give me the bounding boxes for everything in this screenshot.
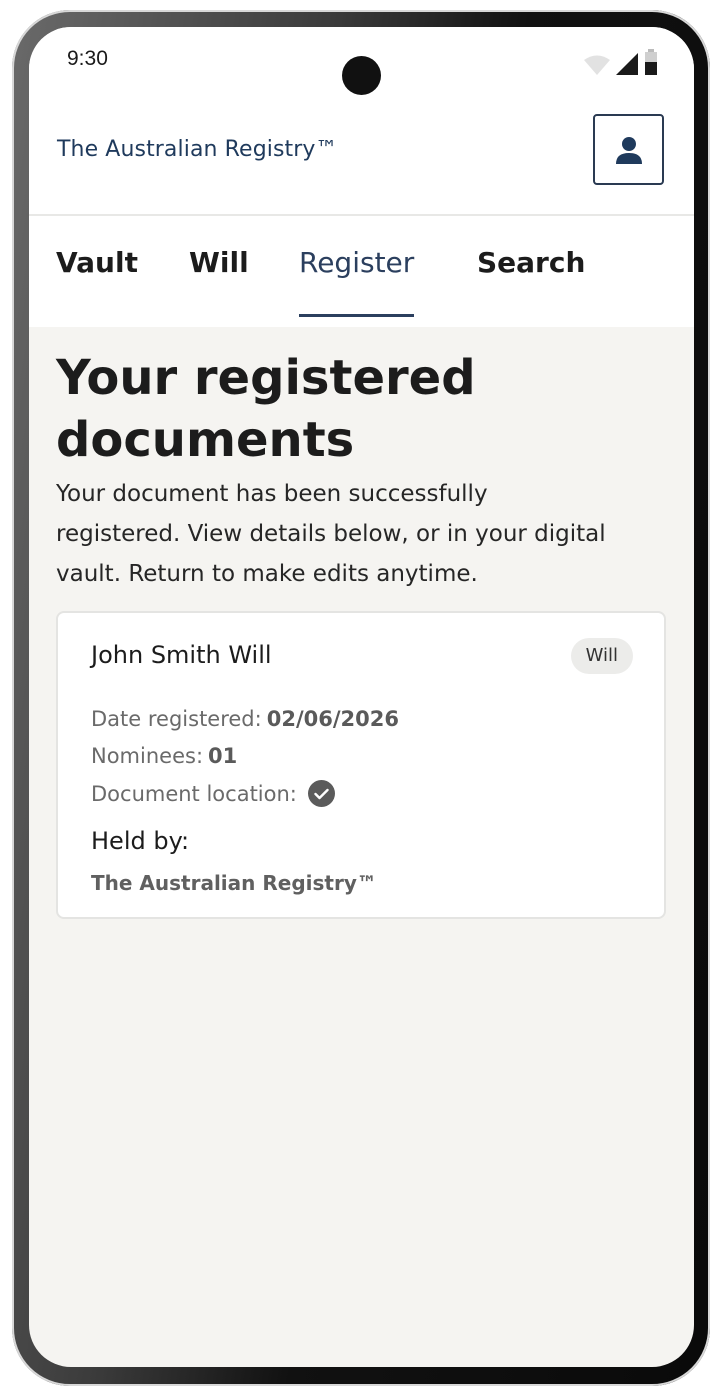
- status-time: 9:30: [67, 47, 108, 70]
- battery-icon: [645, 49, 657, 75]
- tab-vault[interactable]: Vault: [56, 246, 138, 279]
- page-title: Your registered documents: [56, 350, 476, 468]
- user-icon: [615, 136, 642, 164]
- front-camera: [342, 56, 381, 95]
- active-tab-indicator: [299, 314, 415, 317]
- tab-register[interactable]: Register: [299, 246, 415, 317]
- date-registered-row: Date registered: 02/06/2026: [91, 707, 399, 731]
- page-description: Your document has been successfully regi…: [56, 481, 606, 587]
- nominees-label: Nominees:: [91, 744, 204, 768]
- brand-name[interactable]: The Australian Registry™: [57, 137, 338, 162]
- document-card[interactable]: John Smith Will Will Date registered: 02…: [56, 611, 666, 919]
- tab-will[interactable]: Will: [189, 246, 249, 279]
- profile-button[interactable]: [593, 114, 664, 185]
- document-type-badge: Will: [570, 638, 633, 674]
- held-by-value: The Australian Registry™: [91, 871, 377, 895]
- app-screen: 9:30 The Australian Registry™ Vault Will…: [29, 27, 694, 1367]
- tab-search[interactable]: Search: [477, 246, 585, 279]
- app-header: 9:30 The Australian Registry™: [29, 27, 694, 216]
- document-title: John Smith Will: [91, 641, 272, 669]
- nominees-row: Nominees: 01: [91, 744, 237, 768]
- wifi-icon: [584, 55, 610, 75]
- document-location-label: Document location:: [91, 781, 297, 806]
- date-registered-value: 02/06/2026: [266, 707, 399, 731]
- held-by-label: Held by:: [91, 827, 190, 855]
- nominees-value: 01: [208, 744, 238, 768]
- tab-register-label: Register: [299, 246, 415, 279]
- cell-signal-icon: [616, 53, 638, 75]
- date-registered-label: Date registered:: [91, 707, 262, 731]
- document-location-row: Document location:: [91, 780, 335, 807]
- check-circle-icon: [307, 780, 335, 807]
- status-icons: [584, 49, 658, 75]
- main-nav: Vault Will Register Search: [29, 216, 694, 327]
